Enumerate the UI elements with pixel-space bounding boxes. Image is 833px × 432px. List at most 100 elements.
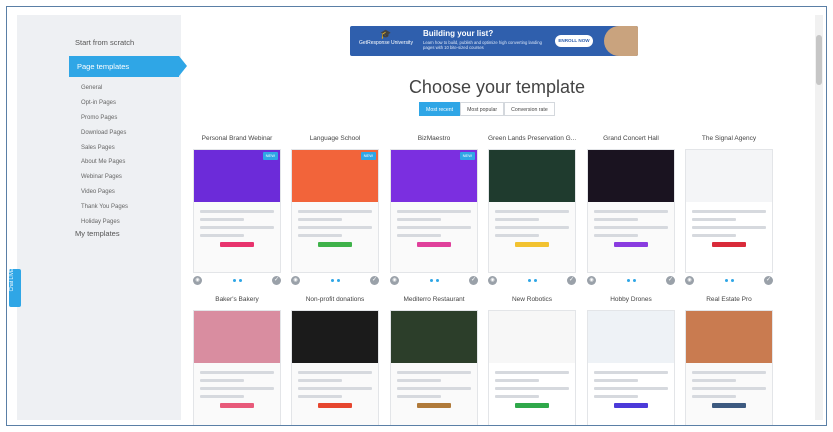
preview-body [397, 210, 471, 264]
template-card[interactable]: Personal Brand Webinar NEW ◉ ✓ [193, 135, 281, 288]
template-name: Non-profit donations [305, 296, 365, 303]
template-preview[interactable] [488, 310, 576, 425]
template-card[interactable]: Non-profit donations [291, 296, 379, 425]
preview-eye-icon[interactable]: ◉ [291, 276, 300, 285]
preview-eye-icon[interactable]: ◉ [685, 276, 694, 285]
template-preview[interactable]: NEW [390, 149, 478, 273]
category-thank-you[interactable]: Thank You Pages [81, 200, 128, 215]
template-preview[interactable]: NEW [291, 149, 379, 273]
template-card[interactable]: Real Estate Pro [685, 296, 773, 425]
pagination-dots[interactable] [430, 279, 442, 282]
sidebar: Start from scratch Page templates Genera… [17, 15, 187, 420]
select-check-icon[interactable]: ✓ [567, 276, 576, 285]
category-download[interactable]: Download Pages [81, 126, 128, 141]
banner-title: Building your list? [423, 29, 494, 38]
category-opt-in[interactable]: Opt-in Pages [81, 96, 128, 111]
scrollbar-thumb[interactable] [816, 35, 822, 85]
category-webinar[interactable]: Webinar Pages [81, 170, 128, 185]
template-name: Real Estate Pro [706, 296, 752, 303]
preview-body [495, 371, 569, 425]
template-preview[interactable] [291, 310, 379, 425]
preview-cta [614, 403, 648, 408]
preview-eye-icon[interactable]: ◉ [587, 276, 596, 285]
template-preview[interactable] [685, 149, 773, 273]
banner-photo [604, 26, 638, 56]
template-card[interactable]: Mediterro Restaurant [390, 296, 478, 425]
app-frame: Start from scratch Page templates Genera… [6, 6, 827, 426]
pagination-dots[interactable] [233, 279, 245, 282]
category-holiday[interactable]: Holiday Pages [81, 215, 128, 230]
template-preview[interactable] [193, 310, 281, 425]
template-preview[interactable]: NEW [193, 149, 281, 273]
category-about-me[interactable]: About Me Pages [81, 155, 128, 170]
select-check-icon[interactable]: ✓ [764, 276, 773, 285]
sort-tabs: Most recent Most popular Conversion rate [419, 102, 555, 116]
tab-most-popular[interactable]: Most popular [460, 102, 505, 116]
template-name: Personal Brand Webinar [201, 135, 273, 142]
preview-body [594, 210, 668, 264]
promo-banner[interactable]: 🎓 GetResponse University Building your li… [350, 26, 638, 56]
category-video[interactable]: Video Pages [81, 185, 128, 200]
preview-eye-icon[interactable]: ◉ [193, 276, 202, 285]
tab-conversion-rate[interactable]: Conversion rate [504, 102, 555, 116]
pagination-dots[interactable] [528, 279, 540, 282]
card-controls: ◉ ✓ [390, 274, 478, 288]
template-card[interactable]: Green Lands Preservation G... ◉ ✓ [488, 135, 576, 288]
page-templates-nav[interactable]: Page templates [69, 56, 187, 77]
university-logo: 🎓 GetResponse University [358, 29, 414, 46]
category-promo[interactable]: Promo Pages [81, 111, 128, 126]
template-preview[interactable] [685, 310, 773, 425]
select-check-icon[interactable]: ✓ [370, 276, 379, 285]
template-card[interactable]: The Signal Agency ◉ ✓ [685, 135, 773, 288]
chat-label: Chat LIVE [9, 268, 15, 292]
page-title: Choose your template [408, 77, 586, 97]
preview-eye-icon[interactable]: ◉ [488, 276, 497, 285]
template-card[interactable]: New Robotics [488, 296, 576, 425]
preview-hero [391, 311, 477, 363]
template-card[interactable]: Baker's Bakery [193, 296, 281, 425]
my-templates-link[interactable]: My templates [75, 229, 120, 238]
preview-cta [614, 242, 648, 247]
preview-cta [515, 403, 549, 408]
card-controls: ◉ ✓ [291, 274, 379, 288]
category-general[interactable]: General [81, 81, 128, 96]
template-name: New Robotics [511, 296, 553, 303]
tab-most-recent[interactable]: Most recent [419, 102, 461, 116]
preview-cta [318, 242, 352, 247]
card-controls: ◉ ✓ [587, 274, 675, 288]
template-preview[interactable] [390, 310, 478, 425]
template-preview[interactable] [587, 149, 675, 273]
pagination-dots[interactable] [725, 279, 737, 282]
template-card[interactable]: Language School NEW ◉ ✓ [291, 135, 379, 288]
template-card[interactable]: Hobby Drones [587, 296, 675, 425]
template-preview[interactable] [587, 310, 675, 425]
preview-hero [588, 311, 674, 363]
preview-body [200, 371, 274, 425]
card-controls: ◉ ✓ [193, 274, 281, 288]
select-check-icon[interactable]: ✓ [666, 276, 675, 285]
template-name: Grand Concert Hall [603, 135, 659, 142]
template-name: Language School [309, 135, 361, 142]
pagination-dots[interactable] [331, 279, 343, 282]
preview-cta [417, 242, 451, 247]
start-from-scratch-link[interactable]: Start from scratch [75, 38, 134, 47]
preview-cta [712, 242, 746, 247]
scrollbar[interactable] [815, 15, 823, 420]
select-check-icon[interactable]: ✓ [469, 276, 478, 285]
category-sales[interactable]: Sales Pages [81, 141, 128, 156]
card-controls: ◉ ✓ [488, 274, 576, 288]
card-controls: ◉ ✓ [685, 274, 773, 288]
preview-body [692, 371, 766, 425]
template-card[interactable]: BizMaestro NEW ◉ ✓ [390, 135, 478, 288]
preview-cta [318, 403, 352, 408]
enroll-now-button[interactable]: ENROLL NOW [555, 35, 593, 47]
template-card[interactable]: Grand Concert Hall ◉ ✓ [587, 135, 675, 288]
select-check-icon[interactable]: ✓ [272, 276, 281, 285]
preview-hero [194, 311, 280, 363]
preview-body [298, 371, 372, 425]
live-chat-tab[interactable]: Chat LIVE [9, 269, 21, 307]
preview-eye-icon[interactable]: ◉ [390, 276, 399, 285]
template-preview[interactable] [488, 149, 576, 273]
pagination-dots[interactable] [627, 279, 639, 282]
preview-body [298, 210, 372, 264]
